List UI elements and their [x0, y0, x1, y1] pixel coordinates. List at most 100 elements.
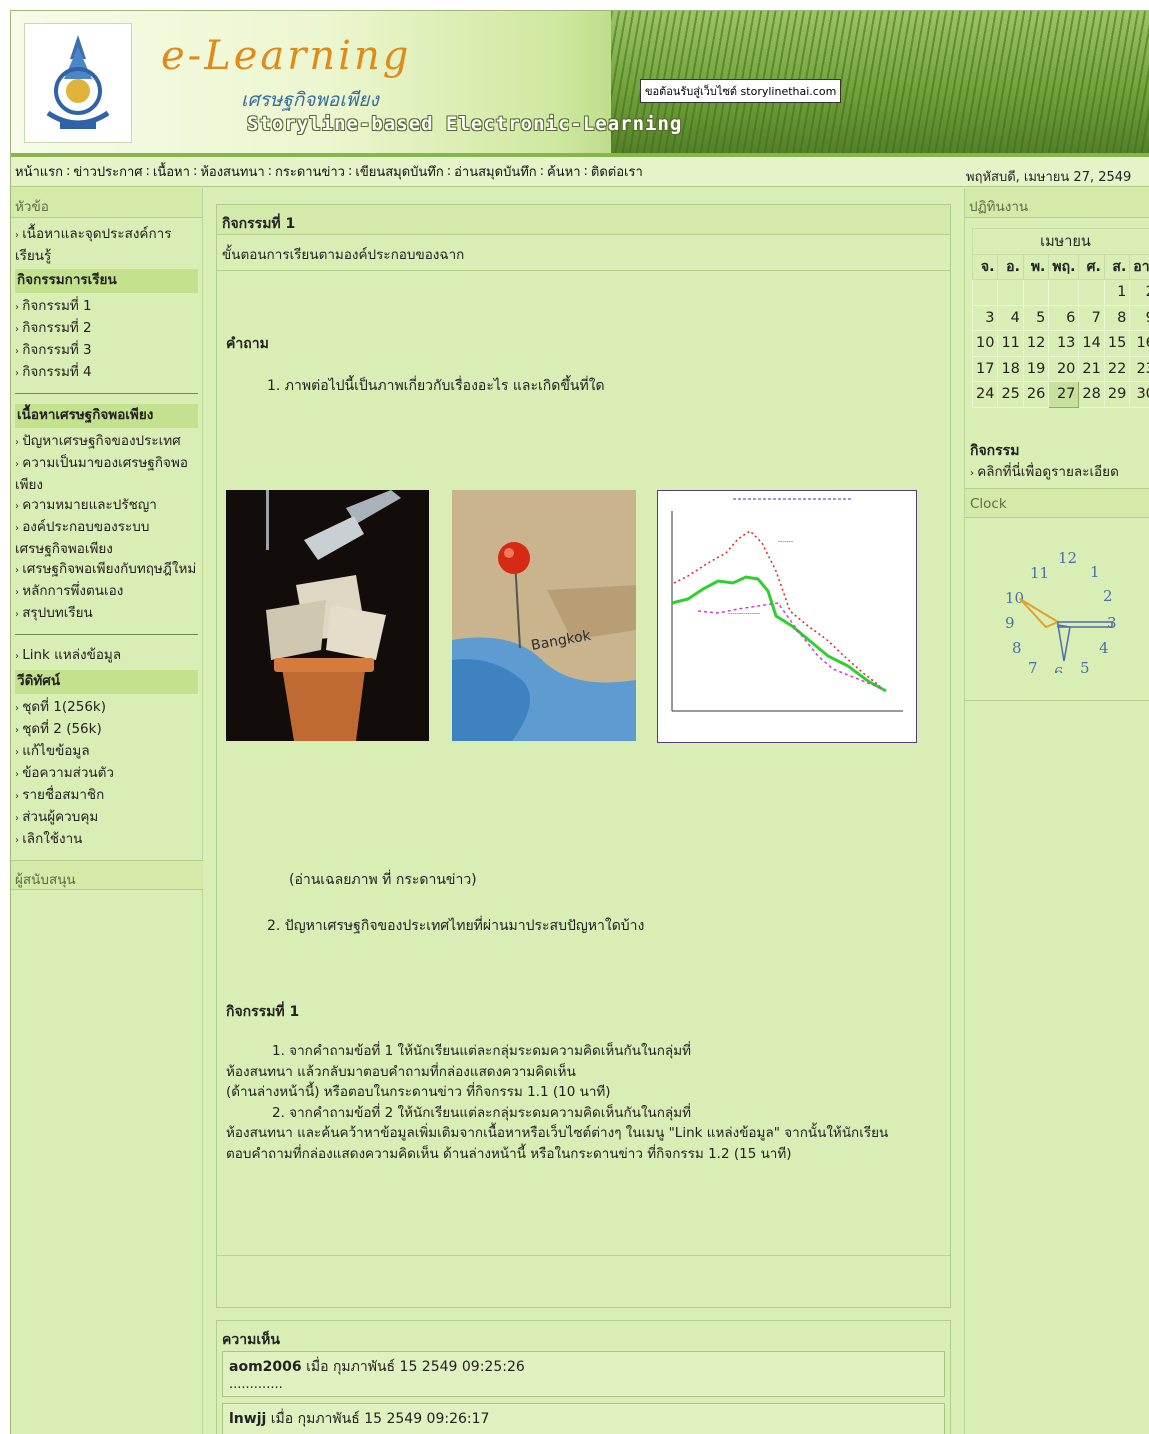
nav-contact[interactable]: ติดต่อเรา	[591, 161, 643, 182]
left-sidebar: หัวข้อ เนื้อหาและจุดประสงค์การเรียนรู้ ก…	[11, 188, 203, 1434]
menu-item-video-2[interactable]: ชุดที่ 2 (56k)	[15, 719, 198, 741]
menu-item-content[interactable]: หลักการพึ่งตนเอง	[15, 581, 198, 603]
svg-text:-------: -------	[778, 538, 793, 545]
calendar-day	[997, 279, 1024, 306]
calendar-day[interactable]: 24	[971, 381, 999, 408]
calendar-day[interactable]: 25	[997, 381, 1024, 408]
nav-chatroom[interactable]: ห้องสนทนา	[200, 161, 264, 182]
clock-number: 9	[1005, 614, 1015, 632]
calendar-day[interactable]: 8	[1103, 304, 1131, 331]
calendar-day[interactable]: 7	[1078, 304, 1105, 331]
menu-item-activity-3[interactable]: กิจกรรมที่ 3	[15, 340, 198, 362]
nav-separator: :	[192, 164, 198, 179]
menu-item-links[interactable]: Link แหล่งข้อมูล	[15, 645, 198, 667]
menu-item-video-1[interactable]: ชุดที่ 1(256k)	[15, 697, 198, 719]
clock-number: 11	[1030, 564, 1049, 582]
weekday-label: อา.	[1129, 253, 1149, 280]
calendar-day[interactable]: 29	[1103, 381, 1131, 408]
clock-number: 4	[1099, 639, 1109, 657]
calendar-day[interactable]: 9	[1129, 304, 1149, 331]
nav-read-journal[interactable]: อ่านสมุดบันทึก	[454, 161, 537, 182]
calendar-day[interactable]: 1	[1103, 279, 1131, 306]
calendar-day[interactable]: 18	[997, 355, 1024, 382]
comment-meta: เมื่อ กุมภาพันธ์ 15 2549 09:26:17	[270, 1411, 490, 1427]
calendar-day[interactable]: 6	[1048, 304, 1080, 331]
menu-item-activity-2[interactable]: กิจกรรมที่ 2	[15, 318, 198, 340]
school-logo[interactable]	[24, 23, 132, 143]
clock-number: 8	[1012, 639, 1022, 657]
comment-author[interactable]: aom2006	[229, 1359, 302, 1375]
section-economy-content: เนื้อหาเศรษฐกิจพอเพียง	[15, 404, 198, 428]
calendar-day[interactable]: 19	[1022, 355, 1050, 382]
nav-content[interactable]: เนื้อหา	[153, 161, 190, 182]
weekday-label: ส.	[1103, 253, 1131, 280]
comment-meta: เมื่อ กุมภาพันธ์ 15 2549 09:25:26	[306, 1359, 525, 1375]
menu-item-content[interactable]: สรุปบทเรียน	[15, 603, 198, 625]
nav-separator: :	[145, 164, 150, 179]
calendar-day[interactable]: 21	[1078, 355, 1105, 382]
menu-item-content[interactable]: ปัญหาเศรษฐกิจของประเทศ	[15, 431, 198, 453]
menu-item-private-messages[interactable]: ข้อความส่วนตัว	[15, 763, 198, 785]
menu-item-content[interactable]: ความหมายและปรัชญา	[15, 495, 198, 517]
calendar-day[interactable]: 12	[1022, 330, 1050, 357]
menu-item-content[interactable]: เศรษฐกิจพอเพียงกับทฤษฎีใหม่	[15, 559, 198, 581]
nav-home[interactable]: หน้าแรก	[15, 161, 63, 182]
calendar-day	[1078, 279, 1105, 306]
calendar-day[interactable]: 10	[971, 330, 999, 357]
events-title: กิจกรรม	[970, 443, 1020, 459]
calendar-day[interactable]: 26	[1022, 381, 1050, 408]
comment-item: lnwjj เมื่อ กุมภาพันธ์ 15 2549 09:26:17	[222, 1403, 945, 1434]
calendar-day[interactable]: 17	[971, 355, 999, 382]
activity-heading: กิจกรรมที่ 1	[226, 1004, 300, 1020]
money-plant-image	[226, 490, 429, 741]
activity-line: ห้องสนทนา และค้นคว้าหาข้อมูลเพิ่มเติมจาก…	[226, 1125, 889, 1141]
events-link-label: คลิกที่นี่เพื่อดูรายละเอียด	[977, 464, 1119, 480]
calendar-day[interactable]: 13	[1048, 330, 1080, 357]
menu-item-activity-1[interactable]: กิจกรรมที่ 1	[15, 296, 198, 318]
menu-item-content[interactable]: ความเป็นมาของเศรษฐกิจพอเพียง	[15, 453, 198, 495]
calendar-day[interactable]: 11	[997, 330, 1024, 357]
nav-search[interactable]: ค้นหา	[547, 161, 580, 182]
comment-author[interactable]: lnwjj	[229, 1411, 266, 1427]
calendar-day[interactable]: 14	[1078, 330, 1105, 357]
nav-news[interactable]: ข่าวประกาศ	[73, 161, 142, 182]
section-learning-activities: กิจกรรมการเรียน	[15, 269, 198, 293]
calendar-day[interactable]: 20	[1048, 355, 1080, 382]
divider	[217, 1255, 950, 1256]
site-subtitle: เศรษฐกิจพอเพียง	[241, 89, 379, 111]
calendar-day[interactable]: 3	[971, 304, 999, 331]
nav-webboard[interactable]: กระดานข่าว	[275, 161, 345, 182]
current-date: พฤหัสบดี, เมษายน 27, 2549	[966, 170, 1132, 185]
calendar-day[interactable]: 2	[1129, 279, 1149, 306]
svg-text:---------------: ---------------	[728, 610, 760, 617]
calendar-day[interactable]: 5	[1022, 304, 1050, 331]
topics-menu: เนื้อหาและจุดประสงค์การเรียนรู้ กิจกรรมก…	[11, 218, 202, 384]
menu-item-intro[interactable]: เนื้อหาและจุดประสงค์การเรียนรู้	[15, 224, 198, 266]
calendar-day[interactable]: 22	[1103, 355, 1131, 382]
menu-item-content[interactable]: องค์ประกอบของระบบเศรษฐกิจพอเพียง	[15, 517, 198, 559]
menu-item-logout[interactable]: เลิกใช้งาน	[15, 829, 198, 851]
menu-item-activity-4[interactable]: กิจกรรมที่ 4	[15, 362, 198, 384]
calendar-day[interactable]: 23	[1129, 355, 1149, 382]
nav-separator: :	[446, 164, 452, 179]
clock-number: 2	[1103, 587, 1113, 605]
clock-number: 10	[1005, 589, 1024, 607]
menu-item-admin[interactable]: ส่วนผู้ควบคุม	[15, 807, 198, 829]
calendar-day[interactable]: 15	[1103, 330, 1131, 357]
topics-title: หัวข้อ	[11, 188, 202, 218]
calendar-day[interactable]: 28	[1078, 381, 1105, 408]
calendar-day[interactable]: 16	[1129, 330, 1149, 357]
nav-write-journal[interactable]: เขียนสมุดบันทึก	[355, 161, 443, 182]
weekday-label: จ.	[971, 253, 999, 280]
menu-item-member-list[interactable]: รายชื่อสมาชิก	[15, 785, 198, 807]
activity-instructions: 1. จากคำถามข้อที่ 1 ให้นักเรียนแต่ละกลุ่…	[226, 1041, 936, 1164]
image-caption: (อ่านเฉลยภาพ ที่ กระดานข่าว)	[289, 872, 477, 888]
comment-item: aom2006 เมื่อ กุมภาพันธ์ 15 2549 09:25:2…	[222, 1351, 945, 1397]
calendar-day[interactable]: 4	[997, 304, 1024, 331]
calendar-day	[1022, 279, 1050, 306]
nav-separator: :	[347, 164, 353, 179]
calendar-day[interactable]: 30	[1129, 381, 1149, 408]
events-details-link[interactable]: › คลิกที่นี่เพื่อดูรายละเอียด	[970, 460, 1119, 482]
menu-item-edit-profile[interactable]: แก้ไขข้อมูล	[15, 741, 198, 763]
calendar-today[interactable]: 27	[1048, 381, 1080, 408]
